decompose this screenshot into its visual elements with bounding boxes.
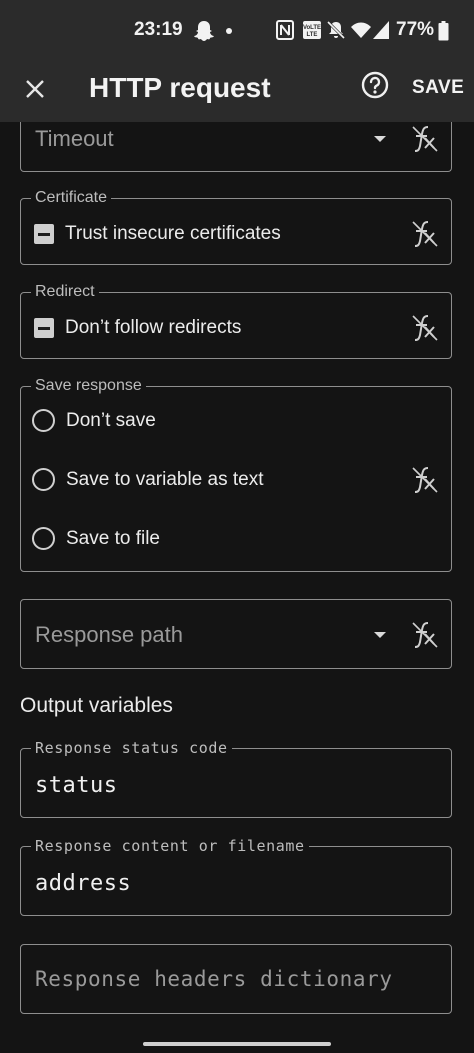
- battery-percent: 77%: [396, 19, 435, 40]
- dont-follow-redirects-label: Don’t follow redirects: [65, 317, 242, 338]
- chevron-down-icon: [374, 632, 386, 638]
- radio-label: Save to variable as text: [66, 468, 264, 490]
- status-bar: 23:19 VoLTE LTE 77%: [0, 0, 474, 64]
- radio-label: Don’t save: [66, 409, 156, 431]
- help-button[interactable]: [360, 70, 392, 102]
- function-toggle-icon[interactable]: [411, 124, 439, 154]
- response-status-code-legend: Response status code: [31, 739, 232, 757]
- radio-button[interactable]: [32, 468, 55, 491]
- response-headers-field[interactable]: Response headers dictionary: [20, 944, 452, 1014]
- save-button[interactable]: SAVE: [412, 77, 464, 99]
- response-content-legend: Response content or filename: [31, 837, 309, 855]
- response-content-field[interactable]: Response content or filename address: [20, 837, 452, 916]
- trust-insecure-checkbox-row[interactable]: Trust insecure certificates: [34, 223, 281, 245]
- radio-button[interactable]: [32, 527, 55, 550]
- radio-label: Save to file: [66, 527, 160, 549]
- home-gesture-handle[interactable]: [143, 1042, 331, 1046]
- app-bar: HTTP request SAVE: [0, 64, 474, 122]
- svg-text:VoLTE: VoLTE: [303, 25, 321, 31]
- redirect-legend: Redirect: [31, 283, 99, 301]
- redirect-group: Redirect Don’t follow redirects: [20, 283, 452, 359]
- close-icon: [26, 80, 44, 98]
- close-button[interactable]: [18, 72, 52, 106]
- radio-save-to-file[interactable]: Save to file: [32, 527, 160, 550]
- notification-dot-icon: [226, 28, 232, 34]
- response-headers-placeholder: Response headers dictionary: [35, 967, 393, 991]
- response-path-placeholder: Response path: [35, 622, 183, 647]
- response-content-value: address: [35, 871, 132, 896]
- dont-follow-redirects-row[interactable]: Don’t follow redirects: [34, 317, 241, 339]
- output-variables-title: Output variables: [20, 694, 173, 717]
- form-content: Timeout Certificate Trust insecure certi…: [0, 122, 474, 1033]
- chevron-down-icon: [374, 136, 386, 142]
- function-toggle-icon[interactable]: [411, 620, 439, 650]
- function-toggle-icon[interactable]: [411, 219, 439, 249]
- save-response-legend: Save response: [31, 377, 146, 395]
- battery-icon: [438, 21, 449, 41]
- signal-icon: [373, 21, 389, 39]
- radio-dont-save[interactable]: Don’t save: [32, 409, 156, 432]
- svg-text:LTE: LTE: [307, 32, 318, 38]
- timeout-dropdown[interactable]: Timeout: [20, 122, 452, 172]
- function-toggle-icon[interactable]: [411, 465, 439, 495]
- function-toggle-icon[interactable]: [411, 313, 439, 343]
- certificate-group: Certificate Trust insecure certificates: [20, 189, 452, 265]
- snapchat-ghost-icon: [194, 21, 214, 41]
- navigation-bar: [0, 1033, 474, 1053]
- bell-off-icon: [326, 20, 346, 40]
- radio-button[interactable]: [32, 409, 55, 432]
- radio-save-to-variable[interactable]: Save to variable as text: [32, 468, 264, 491]
- trust-insecure-checkbox[interactable]: [34, 224, 54, 244]
- response-status-code-value: status: [35, 773, 118, 798]
- response-status-code-field[interactable]: Response status code status: [20, 739, 452, 818]
- timeout-placeholder: Timeout: [35, 126, 114, 151]
- certificate-legend: Certificate: [31, 189, 112, 207]
- response-path-dropdown[interactable]: Response path: [20, 599, 452, 669]
- volte-icon: VoLTE LTE: [303, 21, 321, 39]
- save-response-group: Save response Don’t save Save to variabl…: [20, 377, 452, 572]
- status-time: 23:19: [134, 19, 183, 40]
- wifi-icon: [351, 22, 371, 38]
- nfc-icon: [276, 20, 294, 40]
- dont-follow-redirects-checkbox[interactable]: [34, 318, 54, 338]
- trust-insecure-label: Trust insecure certificates: [65, 223, 281, 244]
- page-title: HTTP request: [89, 72, 271, 103]
- help-circle-icon: [361, 71, 389, 99]
